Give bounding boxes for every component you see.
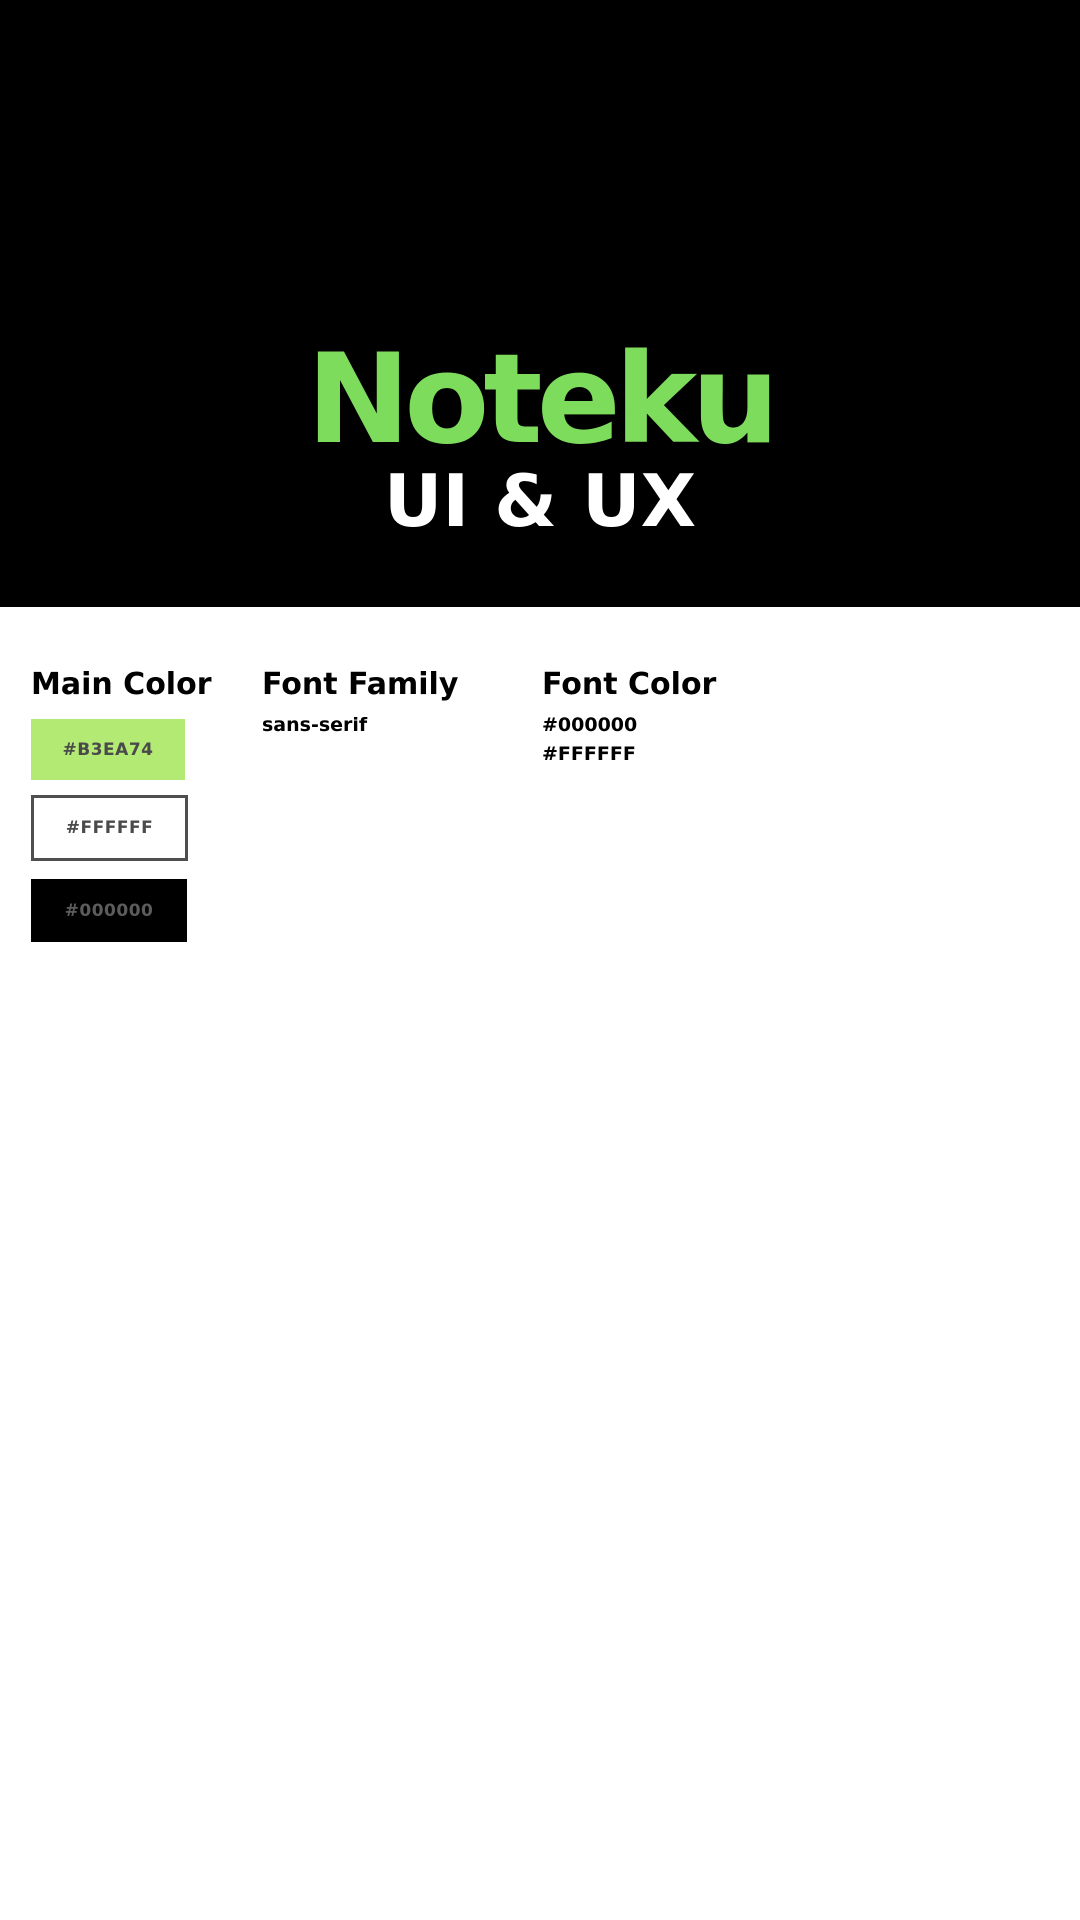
app-title: Noteku xyxy=(306,328,779,472)
color-swatch-white-label: #FFFFFF xyxy=(65,818,154,838)
color-swatch-black-label: #000000 xyxy=(64,900,154,921)
font-color-heading: Font Color xyxy=(542,667,717,702)
color-swatch-white: #FFFFFF xyxy=(31,795,188,861)
main-color-heading: Main Color xyxy=(31,667,212,702)
color-swatch-black: #000000 xyxy=(31,879,187,942)
font-color-value-white: #FFFFFF xyxy=(542,743,636,765)
color-swatch-green-label: #B3EA74 xyxy=(62,739,154,760)
font-family-heading: Font Family xyxy=(262,667,459,702)
font-family-value: sans-serif xyxy=(262,714,368,736)
color-swatch-green: #B3EA74 xyxy=(31,719,185,780)
app-subtitle: UI & UX xyxy=(383,459,697,543)
font-color-value-black: #000000 xyxy=(542,714,638,736)
hero-banner: Noteku UI & UX xyxy=(0,0,1080,607)
